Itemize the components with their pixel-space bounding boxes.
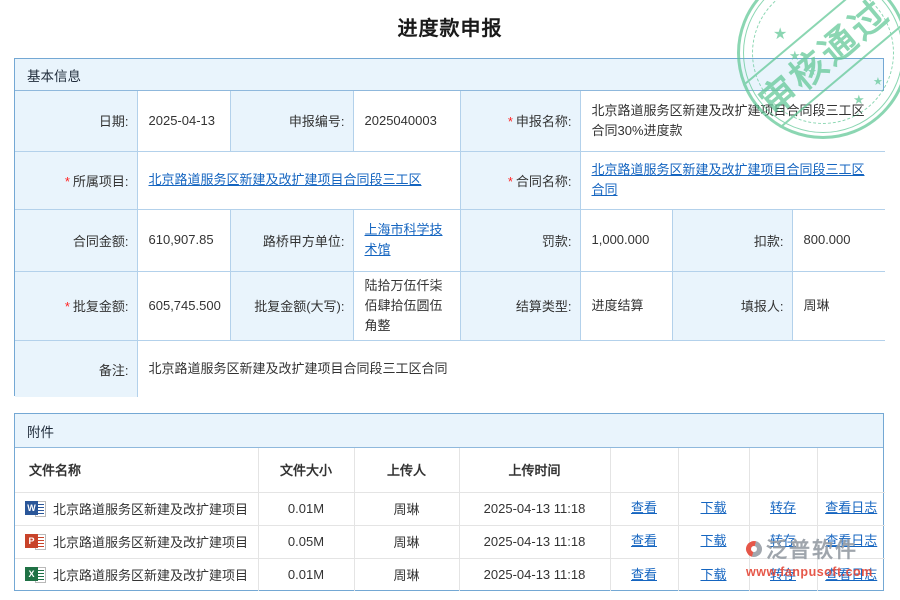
declare-no-value: 2025040003 [353,91,460,151]
deduction-label: 扣款: [672,209,792,271]
approved-amount-caps-label: 批复金额(大写): [230,271,353,340]
file-upload-time: 2025-04-13 11:18 [459,525,610,558]
reporter-value: 周琳 [792,271,885,340]
attachment-row: W 北京路道服务区新建及改扩建项目 0.01M 周琳 2025-04-13 11… [15,492,885,525]
file-name-cell: X 北京路道服务区新建及改扩建项目 [15,558,258,591]
transfer-cell: 转存 [749,558,817,591]
date-label: 日期: [15,91,137,151]
download-cell: 下载 [678,558,749,591]
file-name: 北京路道服务区新建及改扩建项目 [53,532,248,551]
required-asterisk: * [508,114,513,129]
transfer-cell: 转存 [749,525,817,558]
file-uploader: 周琳 [354,492,459,525]
transfer-link[interactable]: 转存 [770,500,796,515]
transfer-link[interactable]: 转存 [770,533,796,548]
file-name: 北京路道服务区新建及改扩建项目 [53,499,248,518]
view-log-cell: 查看日志 [817,492,885,525]
approved-amount-label: *批复金额: [15,271,137,340]
penalty-value: 1,000.000 [580,209,672,271]
col-action-empty [749,448,817,492]
view-log-cell: 查看日志 [817,558,885,591]
col-action-empty [678,448,749,492]
file-upload-time: 2025-04-13 11:18 [459,492,610,525]
contract-name-label: *合同名称: [460,151,580,209]
declare-no-label: 申报编号: [230,91,353,151]
party-a-unit-value: 上海市科学技术馆 [353,209,460,271]
view-link[interactable]: 查看 [631,500,657,515]
view-cell: 查看 [610,492,678,525]
basic-info-table: 日期: 2025-04-13 申报编号: 2025040003 *申报名称: 北… [15,91,885,397]
approved-amount-caps-value: 陆拾万伍仟柒佰肆拾伍圆伍角整 [353,271,460,340]
view-log-link[interactable]: 查看日志 [825,567,877,582]
download-link[interactable]: 下载 [700,533,726,548]
file-size: 0.01M [258,558,354,591]
col-file-size: 文件大小 [258,448,354,492]
declare-name-value: 北京路道服务区新建及改扩建项目合同段三工区合同30%进度款 [580,91,885,151]
download-cell: 下载 [678,492,749,525]
download-link[interactable]: 下载 [700,567,726,582]
file-uploader: 周琳 [354,525,459,558]
view-link[interactable]: 查看 [631,533,657,548]
view-link[interactable]: 查看 [631,567,657,582]
attachment-row: X 北京路道服务区新建及改扩建项目 0.01M 周琳 2025-04-13 11… [15,558,885,591]
col-file-name: 文件名称 [15,448,258,492]
file-upload-time: 2025-04-13 11:18 [459,558,610,591]
attachments-section-header: 附件 [15,414,883,448]
contract-amount-label: 合同金额: [15,209,137,271]
attachments-panel: 附件 文件名称 文件大小 上传人 上传时间 W 北京路道服 [14,413,884,591]
word-file-icon: W [25,500,47,517]
basic-info-panel: 基本信息 日期: 2025-04-13 申报编号: 2025040003 *申报… [14,58,884,396]
penalty-label: 罚款: [460,209,580,271]
col-action-empty [817,448,885,492]
project-label: *所属项目: [15,151,137,209]
col-action-empty [610,448,678,492]
download-cell: 下载 [678,525,749,558]
required-asterisk: * [65,299,70,314]
party-a-unit-link[interactable]: 上海市科学技术馆 [365,222,443,257]
date-value: 2025-04-13 [137,91,230,151]
required-asterisk: * [65,174,70,189]
project-link[interactable]: 北京路道服务区新建及改扩建项目合同段三工区 [149,172,422,187]
attachment-row: P 北京路道服务区新建及改扩建项目 0.05M 周琳 2025-04-13 11… [15,525,885,558]
remark-label: 备注: [15,340,137,397]
approved-amount-value: 605,745.500 [137,271,230,340]
excel-file-icon: X [25,566,47,583]
file-size: 0.05M [258,525,354,558]
contract-name-value: 北京路道服务区新建及改扩建项目合同段三工区合同 [580,151,885,209]
settlement-type-value: 进度结算 [580,271,672,340]
transfer-cell: 转存 [749,492,817,525]
transfer-link[interactable]: 转存 [770,567,796,582]
powerpoint-file-icon: P [25,533,47,550]
project-value: 北京路道服务区新建及改扩建项目合同段三工区 [137,151,460,209]
view-cell: 查看 [610,525,678,558]
view-log-link[interactable]: 查看日志 [825,533,877,548]
party-a-unit-label: 路桥甲方单位: [230,209,353,271]
contract-amount-value: 610,907.85 [137,209,230,271]
view-cell: 查看 [610,558,678,591]
col-uploader: 上传人 [354,448,459,492]
page-title: 进度款申报 [0,12,900,41]
reporter-label: 填报人: [672,271,792,340]
contract-name-link[interactable]: 北京路道服务区新建及改扩建项目合同段三工区合同 [592,162,865,197]
file-name: 北京路道服务区新建及改扩建项目 [53,565,248,584]
required-asterisk: * [508,174,513,189]
file-size: 0.01M [258,492,354,525]
settlement-type-label: 结算类型: [460,271,580,340]
page: 进度款申报 基本信息 日期: 2025-04-13 申报编号: 20250400… [0,0,900,600]
remark-value: 北京路道服务区新建及改扩建项目合同段三工区合同 [137,340,885,397]
view-log-cell: 查看日志 [817,525,885,558]
attachments-header-row: 文件名称 文件大小 上传人 上传时间 [15,448,885,492]
file-name-cell: P 北京路道服务区新建及改扩建项目 [15,525,258,558]
declare-name-label: *申报名称: [460,91,580,151]
download-link[interactable]: 下载 [700,500,726,515]
view-log-link[interactable]: 查看日志 [825,500,877,515]
file-name-cell: W 北京路道服务区新建及改扩建项目 [15,492,258,525]
attachments-table: 文件名称 文件大小 上传人 上传时间 W 北京路道服务区新建及改扩建项目 0.0… [15,448,885,591]
deduction-value: 800.000 [792,209,885,271]
file-uploader: 周琳 [354,558,459,591]
basic-info-section-header: 基本信息 [15,59,883,91]
col-upload-time: 上传时间 [459,448,610,492]
